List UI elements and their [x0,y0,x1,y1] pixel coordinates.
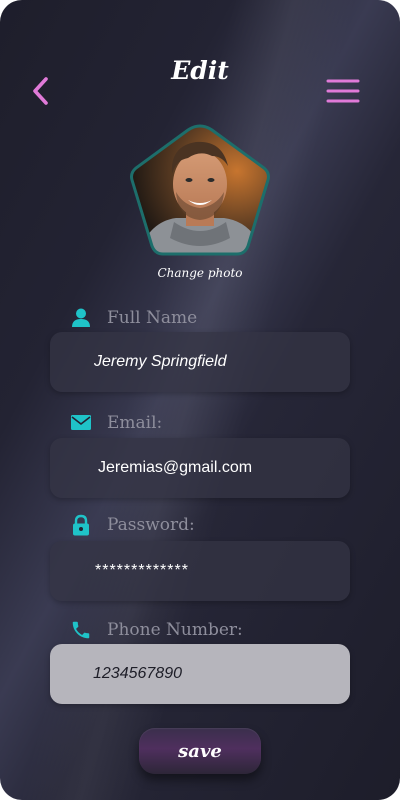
phone-icon [70,619,92,641]
password-label-row: Password: [70,512,195,538]
email-value: Jeremias@gmail.com [98,459,253,476]
avatar-image [130,124,270,256]
menu-button[interactable] [326,78,360,104]
full-name-field[interactable]: Jeremy Springfield [50,332,350,392]
full-name-label-row: Full Name [70,305,197,331]
profile-avatar[interactable] [126,122,274,262]
save-button[interactable]: save [139,728,261,774]
change-photo-link[interactable]: Change photo [0,266,400,280]
password-label: Password: [107,515,195,535]
edit-profile-screen: Edit Change photo Full Name Jeremy Sprin… [0,0,400,800]
phone-field[interactable]: 1234567890 [50,644,350,704]
hamburger-menu-icon [326,79,360,103]
password-value: ************* [95,562,189,579]
phone-value: 1234567890 [93,665,182,682]
lock-icon [70,514,92,536]
save-button-label: save [178,740,222,762]
full-name-value: Jeremy Springfield [94,353,227,370]
email-field[interactable]: Jeremias@gmail.com [50,438,350,498]
full-name-label: Full Name [107,308,198,328]
phone-label: Phone Number: [107,620,243,640]
email-label: Email: [107,413,163,433]
user-icon [70,307,92,329]
mail-icon [70,412,92,434]
phone-label-row: Phone Number: [70,617,243,643]
email-label-row: Email: [70,410,162,436]
password-field[interactable]: ************* [50,541,350,601]
